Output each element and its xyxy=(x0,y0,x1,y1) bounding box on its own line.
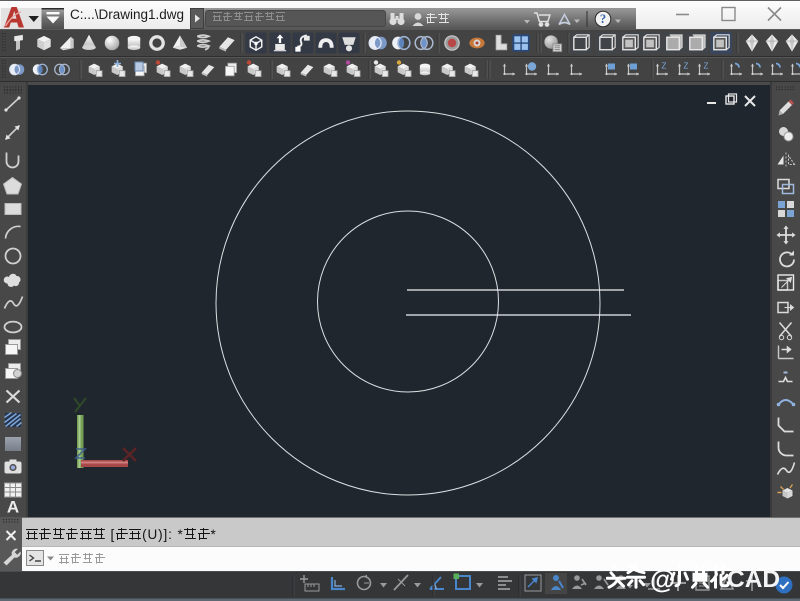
svg-text:Z: Z xyxy=(684,62,689,71)
svg-text:Z: Z xyxy=(662,62,667,71)
svg-text:Z: Z xyxy=(704,62,709,71)
svg-text:A: A xyxy=(7,498,19,517)
